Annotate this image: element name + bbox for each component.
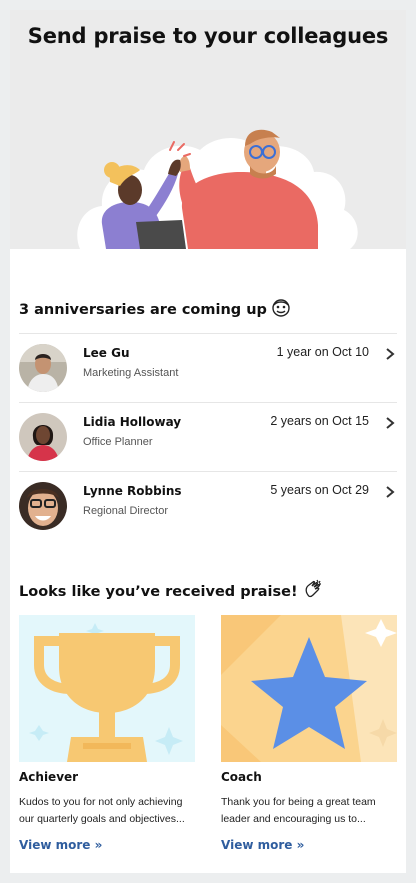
praise-title: Achiever xyxy=(19,770,79,784)
avatar xyxy=(19,413,67,461)
person-name: Lee Gu xyxy=(83,346,130,360)
trophy-image xyxy=(19,615,195,762)
avatar xyxy=(19,482,67,530)
chevron-right-icon[interactable] xyxy=(383,416,397,430)
hero-title: Send praise to your colleagues xyxy=(27,24,389,48)
praise-card-coach[interactable]: Coach Thank you for being a great team l… xyxy=(221,615,397,852)
chevron-right-icon[interactable] xyxy=(383,347,397,361)
person-role: Office Planner xyxy=(83,436,153,448)
praise-description: Kudos to you for not only achieving our … xyxy=(19,796,185,825)
praise-heading: Looks like you’ve received praise! xyxy=(19,579,323,600)
person-name: Lidia Holloway xyxy=(83,415,182,429)
anniversary-date: 5 years on Oct 29 xyxy=(270,483,369,497)
anniversaries-heading-text: 3 anniversaries are coming up xyxy=(19,302,267,318)
anniversaries-heading: 3 anniversaries are coming up xyxy=(19,299,290,318)
view-more-link[interactable]: View more » xyxy=(221,838,397,852)
praise-card-achiever[interactable]: Achiever Kudos to you for not only achie… xyxy=(19,615,195,852)
anniversary-date: 2 years on Oct 15 xyxy=(270,414,369,428)
person-role: Regional Director xyxy=(83,505,168,517)
star-image xyxy=(221,615,397,762)
clapping-hands-icon xyxy=(305,579,321,598)
person-role: Marketing Assistant xyxy=(83,367,179,379)
praise-title: Coach xyxy=(221,770,262,784)
face-with-party-icon xyxy=(272,299,290,317)
anniversary-list: Lee Gu Marketing Assistant 1 year on Oct… xyxy=(19,333,397,540)
avatar xyxy=(19,344,67,392)
chevron-right-icon[interactable] xyxy=(383,485,397,499)
view-more-link[interactable]: View more » xyxy=(19,838,195,852)
anniversary-date: 1 year on Oct 10 xyxy=(276,345,369,359)
anniversary-row[interactable]: Lee Gu Marketing Assistant 1 year on Oct… xyxy=(19,333,397,402)
anniversary-row[interactable]: Lynne Robbins Regional Director 5 years … xyxy=(19,471,397,540)
praise-heading-text: Looks like you’ve received praise! xyxy=(19,584,298,600)
hero-banner: Send praise to your colleagues xyxy=(10,10,406,249)
praise-panel: Send praise to your colleagues 3 anniver… xyxy=(10,10,406,873)
person-name: Lynne Robbins xyxy=(83,484,182,498)
anniversary-row[interactable]: Lidia Holloway Office Planner 2 years on… xyxy=(19,402,397,471)
praise-description: Thank you for being a great team leader … xyxy=(221,796,376,825)
